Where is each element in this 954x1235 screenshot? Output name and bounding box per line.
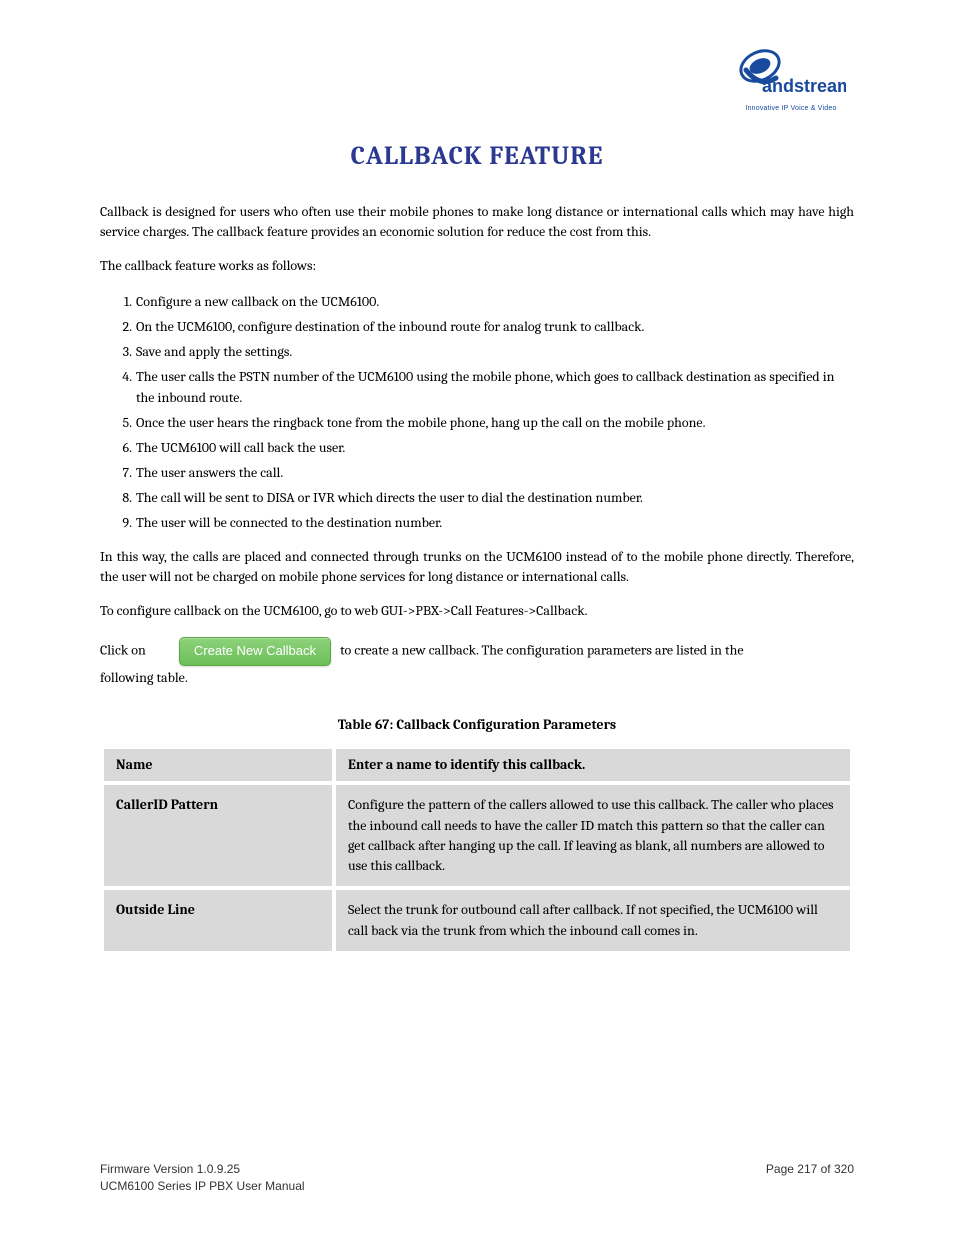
page-number: 217 of 320 [797,1162,854,1176]
param-label: CallerID Pattern [104,785,332,886]
table-caption: Table 67: Callback Configuration Paramet… [100,715,854,735]
step-item: The call will be sent to DISA or IVR whi… [136,487,854,508]
param-desc: Configure the pattern of the callers all… [336,785,850,886]
grandstream-logo-icon: andstream [736,48,846,106]
step-item: Configure a new callback on the UCM6100. [136,291,854,312]
footer-firmware: Firmware Version 1.0.9.25 [100,1161,305,1178]
click-suffix2: following table. [100,668,854,688]
step-item: The user answers the call. [136,462,854,483]
page-label: Page [766,1161,794,1178]
param-desc: Select the trunk for outbound call after… [336,890,850,951]
step-item: The user calls the PSTN number of the UC… [136,366,854,408]
page-footer: Firmware Version 1.0.9.25 UCM6100 Series… [100,1161,854,1195]
table-header-row: Name Enter a name to identify this callb… [104,749,850,781]
svg-text:andstream: andstream [762,76,846,96]
note-paragraph: In this way, the calls are placed and co… [100,547,854,588]
page-title: CALLBACK FEATURE [100,138,854,176]
click-intro: Click on Create New Callback to create a… [100,637,854,666]
callback-params-table: Name Enter a name to identify this callb… [100,745,854,955]
step-item: Once the user hears the ringback tone fr… [136,412,854,433]
step-item: The UCM6100 will call back the user. [136,437,854,458]
header-name: Name [104,749,332,781]
footer-manual: UCM6100 Series IP PBX User Manual [100,1178,305,1195]
table-row: CallerID Pattern Configure the pattern o… [104,785,850,886]
logo-tagline: Innovative IP Voice & Video [736,104,846,114]
brand-logo: andstream Innovative IP Voice & Video [736,48,846,114]
create-new-callback-button[interactable]: Create New Callback [179,637,331,666]
how-it-works-lead: The callback feature works as follows: [100,256,854,276]
table-row: Outside Line Select the trunk for outbou… [104,890,850,951]
click-suffix: to create a new callback. The configurat… [340,642,743,659]
param-label: Outside Line [104,890,332,951]
config-path: To configure callback on the UCM6100, go… [100,601,854,621]
intro-paragraph: Callback is designed for users who often… [100,202,854,243]
step-item: The user will be connected to the destin… [136,512,854,533]
step-item: Save and apply the settings. [136,341,854,362]
header-desc: Enter a name to identify this callback. [336,749,850,781]
steps-list: Configure a new callback on the UCM6100.… [100,291,854,533]
click-prefix: Click on [100,642,146,659]
step-item: On the UCM6100, configure destination of… [136,316,854,337]
page-container: andstream Innovative IP Voice & Video CA… [0,0,954,1235]
